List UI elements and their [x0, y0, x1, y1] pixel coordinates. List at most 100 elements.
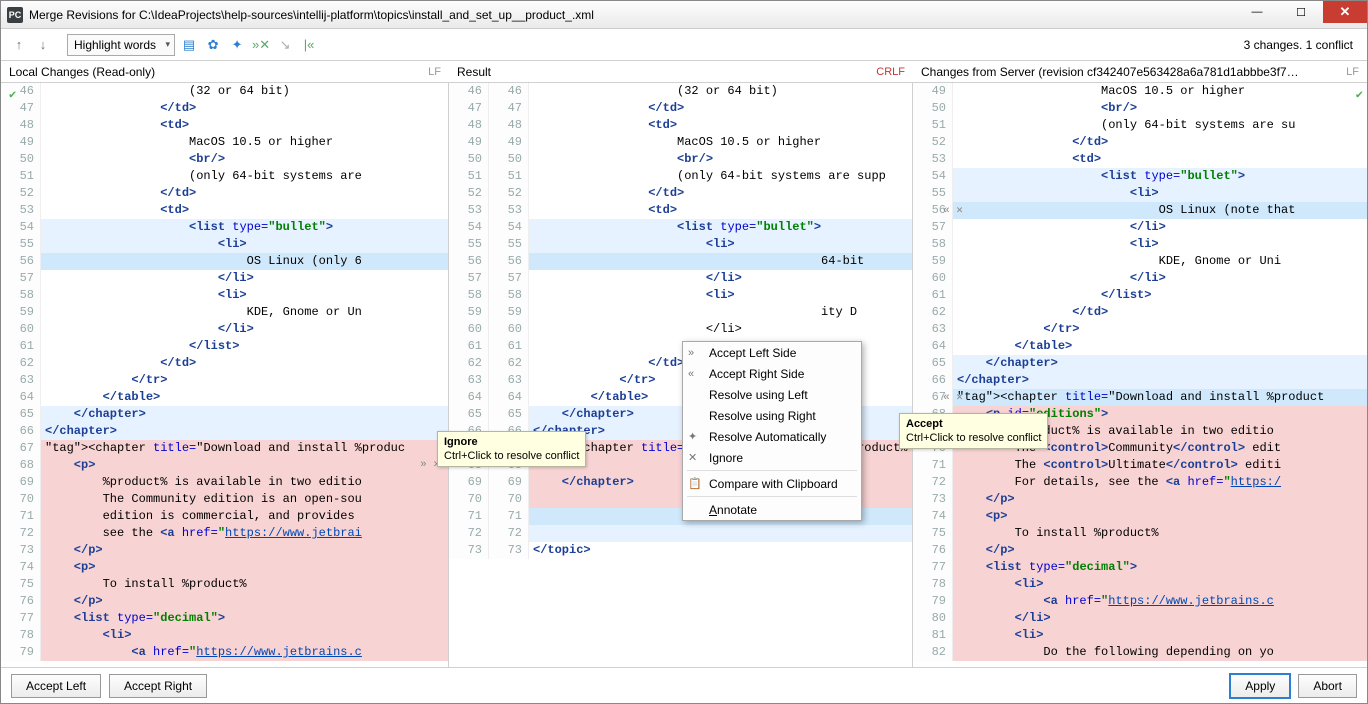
code-row[interactable]: 61 </list>	[913, 287, 1367, 304]
code-row[interactable]: 81 <li>	[913, 627, 1367, 644]
code-row[interactable]: 72 For details, see the <a href="https:/	[913, 474, 1367, 491]
apply-non-conflict-left-icon[interactable]: »✕	[251, 35, 271, 55]
magic-resolve-icon[interactable]: ✦	[227, 35, 247, 55]
code-row[interactable]: 77 <list type="decimal">	[1, 610, 448, 627]
code-row[interactable]: 56 OS Linux (note that	[913, 202, 1367, 219]
code-row[interactable]: 5757 </li>	[449, 270, 912, 287]
code-row[interactable]: 75 To install %product%	[1, 576, 448, 593]
maximize-button[interactable]: ☐	[1279, 1, 1323, 23]
code-row[interactable]: 59 KDE, Gnome or Uni	[913, 253, 1367, 270]
code-row[interactable]: 78 <li>	[913, 576, 1367, 593]
abort-button[interactable]: Abort	[1298, 674, 1357, 698]
context-menu-item[interactable]: «Accept Right Side	[683, 363, 861, 384]
code-row[interactable]: 5656 64-bit	[449, 253, 912, 270]
code-row[interactable]: 7373</topic>	[449, 542, 912, 559]
code-row[interactable]: 75 To install %product%	[913, 525, 1367, 542]
next-diff-icon[interactable]: ↓	[33, 35, 53, 55]
code-row[interactable]: 64 </table>	[913, 338, 1367, 355]
context-menu-item[interactable]: ✕Ignore	[683, 447, 861, 468]
code-row[interactable]: 5050 <br/>	[449, 151, 912, 168]
context-menu-item[interactable]: Annotate	[683, 499, 861, 520]
code-row[interactable]: 63 </tr>	[1, 372, 448, 389]
code-row[interactable]: 52 </td>	[913, 134, 1367, 151]
code-row[interactable]: 60 </li>	[1, 321, 448, 338]
code-row[interactable]: 52 </td>	[1, 185, 448, 202]
code-row[interactable]: 78 <li>	[1, 627, 448, 644]
code-row[interactable]: 67"tag"><chapter title="Download and ins…	[913, 389, 1367, 406]
context-menu-item[interactable]: ✦Resolve Automatically	[683, 426, 861, 447]
code-row[interactable]: 5252 </td>	[449, 185, 912, 202]
code-row[interactable]: 51 (only 64-bit systems are su	[913, 117, 1367, 134]
context-menu-item[interactable]: »Accept Left Side	[683, 342, 861, 363]
code-row[interactable]: 5858 <li>	[449, 287, 912, 304]
code-row[interactable]: 70 The Community edition is an open-sou	[1, 491, 448, 508]
code-row[interactable]: 73 </p>	[913, 491, 1367, 508]
code-row[interactable]: 57 </li>	[913, 219, 1367, 236]
code-row[interactable]: 56 OS Linux (only 6	[1, 253, 448, 270]
accept-left-button[interactable]: Accept Left	[11, 674, 101, 698]
code-row[interactable]: 76 </p>	[1, 593, 448, 610]
code-row[interactable]: 71 The <control>Ultimate</control> editi	[913, 457, 1367, 474]
code-row[interactable]: 5454 <list type="bullet">	[449, 219, 912, 236]
code-row[interactable]: 80 </li>	[913, 610, 1367, 627]
code-row[interactable]: 7272	[449, 525, 912, 542]
code-row[interactable]: 67"tag"><chapter title="Download and ins…	[1, 440, 448, 457]
code-row[interactable]: 58 <li>	[1, 287, 448, 304]
left-pane[interactable]: ✔ 46 (32 or 64 bit)47 </td>48 <td>49 Mac…	[1, 83, 449, 667]
highlight-mode-select[interactable]: Highlight words	[67, 34, 175, 56]
code-row[interactable]: 4747 </td>	[449, 100, 912, 117]
apply-button[interactable]: Apply	[1230, 674, 1290, 698]
code-row[interactable]: 5959 ity D	[449, 304, 912, 321]
code-row[interactable]: 6060 </li>	[449, 321, 912, 338]
code-row[interactable]: 65 </chapter>	[913, 355, 1367, 372]
code-row[interactable]: 62 </td>	[913, 304, 1367, 321]
code-row[interactable]: 50 <br/>	[913, 100, 1367, 117]
context-menu-item[interactable]: Resolve using Right	[683, 405, 861, 426]
code-row[interactable]: 65 </chapter>	[1, 406, 448, 423]
close-button[interactable]: ✕	[1323, 1, 1367, 23]
code-row[interactable]: 66</chapter>	[1, 423, 448, 440]
code-row[interactable]: 74 <p>	[1, 559, 448, 576]
code-row[interactable]: 53 <td>	[913, 151, 1367, 168]
code-row[interactable]: 54 <list type="bullet">	[913, 168, 1367, 185]
code-row[interactable]: 54 <list type="bullet">	[1, 219, 448, 236]
code-row[interactable]: 77 <list type="decimal">	[913, 559, 1367, 576]
code-row[interactable]: 79 <a href="https://www.jetbrains.c	[913, 593, 1367, 610]
code-row[interactable]: 4646 (32 or 64 bit)	[449, 83, 912, 100]
code-row[interactable]: 48 <td>	[1, 117, 448, 134]
code-row[interactable]: 72 see the <a href="https://www.jetbrai	[1, 525, 448, 542]
code-row[interactable]: 50 <br/>	[1, 151, 448, 168]
code-row[interactable]: 46 (32 or 64 bit)	[1, 83, 448, 100]
code-row[interactable]: 49 MacOS 10.5 or higher	[913, 83, 1367, 100]
apply-non-conflict-center-icon[interactable]: ↘	[275, 35, 295, 55]
context-menu-item[interactable]: Resolve using Left	[683, 384, 861, 405]
code-row[interactable]: 55 <li>	[1, 236, 448, 253]
prev-diff-icon[interactable]: ↑	[9, 35, 29, 55]
settings-icon[interactable]: ✿	[203, 35, 223, 55]
code-row[interactable]: 66</chapter>	[913, 372, 1367, 389]
context-menu-item[interactable]: 📋Compare with Clipboard	[683, 473, 861, 494]
code-row[interactable]: 79 <a href="https://www.jetbrains.c	[1, 644, 448, 661]
accept-right-button[interactable]: Accept Right	[109, 674, 207, 698]
code-row[interactable]: 71 edition is commercial, and provides	[1, 508, 448, 525]
minimize-button[interactable]: —	[1235, 1, 1279, 23]
code-row[interactable]: 82 Do the following depending on yo	[913, 644, 1367, 661]
code-row[interactable]: 58 <li>	[913, 236, 1367, 253]
code-row[interactable]: 55 <li>	[913, 185, 1367, 202]
code-row[interactable]: 63 </tr>	[913, 321, 1367, 338]
code-row[interactable]: 57 </li>	[1, 270, 448, 287]
code-row[interactable]: 73 </p>	[1, 542, 448, 559]
code-row[interactable]: 49 MacOS 10.5 or higher	[1, 134, 448, 151]
code-row[interactable]: 5555 <li>	[449, 236, 912, 253]
code-row[interactable]: 59 KDE, Gnome or Un	[1, 304, 448, 321]
accept-icons-2[interactable]: « ✕	[943, 390, 963, 407]
code-row[interactable]: 53 <td>	[1, 202, 448, 219]
code-row[interactable]: 5151 (only 64-bit systems are supp	[449, 168, 912, 185]
code-row[interactable]: 62 </td>	[1, 355, 448, 372]
code-row[interactable]: 76 </p>	[913, 542, 1367, 559]
code-row[interactable]: 64 </table>	[1, 389, 448, 406]
layout-icon[interactable]: ▤	[179, 35, 199, 55]
code-row[interactable]: 61 </list>	[1, 338, 448, 355]
code-row[interactable]: 74 <p>	[913, 508, 1367, 525]
code-row[interactable]: 68 <p>	[1, 457, 448, 474]
